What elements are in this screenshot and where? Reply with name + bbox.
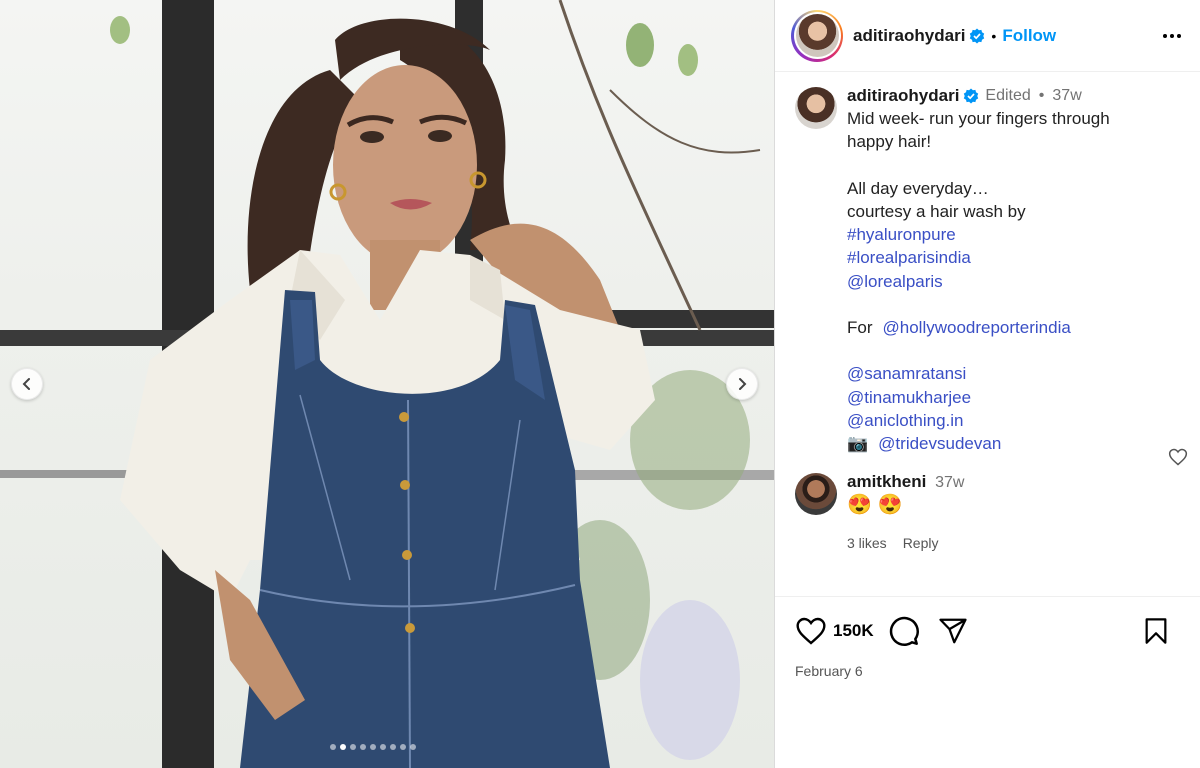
- carousel-dot: [330, 744, 336, 750]
- caption-line: happy hair!: [847, 130, 1110, 153]
- next-slide-button[interactable]: [726, 368, 758, 400]
- carousel-dot: [390, 744, 396, 750]
- verified-badge-icon: [963, 88, 979, 104]
- caption-line-text: All day everyday…: [847, 178, 989, 198]
- caption-line: 📷 @tridevsudevan: [847, 432, 1110, 455]
- comment-likes[interactable]: 3 likes: [847, 532, 887, 555]
- caption-link[interactable]: @sanamratansi: [847, 364, 966, 383]
- caption-link[interactable]: @hollywoodreporterindia: [883, 318, 1071, 337]
- caption-link[interactable]: #lorealparisindia: [847, 248, 971, 267]
- caption-line: @aniclothing.in: [847, 409, 1110, 432]
- carousel-dot: [350, 744, 356, 750]
- caption-line: @sanamratansi: [847, 362, 1110, 385]
- caption-line-text: happy hair!: [847, 132, 932, 152]
- comment-time: 37w: [935, 474, 965, 492]
- caption-line: #hyaluronpure: [847, 223, 1110, 246]
- chevron-right-icon: [735, 377, 749, 391]
- carousel-dot: [370, 744, 376, 750]
- comment-like-heart-icon[interactable]: [1168, 447, 1188, 472]
- verified-badge-icon: [969, 28, 985, 44]
- caption-separator: •: [1038, 87, 1045, 104]
- likes-count[interactable]: 150K: [833, 621, 874, 641]
- caption-line: Mid week- run your fingers through: [847, 107, 1110, 130]
- post-header: aditiraohydari • Follow: [775, 0, 1200, 72]
- comment-username[interactable]: amitkheni: [847, 472, 926, 491]
- caption-line: @lorealparis: [847, 270, 1110, 293]
- caption-avatar[interactable]: [795, 87, 837, 129]
- caption-line: All day everyday…: [847, 177, 1110, 200]
- comment-icon[interactable]: [888, 615, 920, 647]
- caption-time: 37w: [1052, 87, 1082, 104]
- comment-text: 😍 😍: [847, 494, 903, 517]
- post-photo[interactable]: [0, 0, 774, 768]
- carousel-indicator: [330, 744, 416, 750]
- caption-line: @tinamukharjee: [847, 386, 1110, 409]
- comment-avatar[interactable]: [795, 473, 837, 516]
- share-icon[interactable]: [938, 616, 968, 646]
- caption-link[interactable]: @aniclothing.in: [847, 411, 964, 430]
- more-options-icon[interactable]: [1160, 24, 1184, 48]
- caption-link[interactable]: @lorealparis: [847, 272, 943, 291]
- chevron-left-icon: [20, 377, 34, 391]
- profile-avatar[interactable]: [791, 9, 843, 62]
- caption: aditiraohydari Edited • 37w Mid week- ru…: [795, 84, 1184, 455]
- carousel-dot: [380, 744, 386, 750]
- comments-section[interactable]: aditiraohydari Edited • 37w Mid week- ru…: [775, 73, 1200, 595]
- header-separator: •: [991, 27, 997, 44]
- post-side-panel: aditiraohydari • Follow aditiraohydari E…: [774, 0, 1200, 768]
- bookmark-icon[interactable]: [1142, 616, 1170, 646]
- heart-icon[interactable]: [795, 615, 827, 647]
- carousel-dot: [410, 744, 416, 750]
- edited-label: Edited: [985, 87, 1031, 104]
- follow-button[interactable]: Follow: [1002, 26, 1056, 46]
- caption-link[interactable]: @tridevsudevan: [878, 434, 1001, 453]
- post-actions: 150K February 6: [775, 596, 1200, 679]
- caption-text: Mid week- run your fingers through happy …: [847, 107, 1110, 455]
- comment-item: amitkheni 37w 😍 😍 3 likes Reply: [795, 472, 1184, 555]
- caption-line-text: 📷: [847, 434, 869, 453]
- caption-username[interactable]: aditiraohydari: [847, 84, 959, 107]
- carousel-dot: [340, 744, 346, 750]
- reply-button[interactable]: Reply: [903, 532, 939, 555]
- caption-line-text: Mid week- run your fingers through: [847, 109, 1110, 129]
- post-image: [0, 0, 774, 768]
- caption-line: #lorealparisindia: [847, 246, 1110, 269]
- carousel-dot: [360, 744, 366, 750]
- carousel-dot: [400, 744, 406, 750]
- header-username[interactable]: aditiraohydari: [853, 26, 965, 46]
- previous-slide-button[interactable]: [11, 368, 43, 400]
- post-date[interactable]: February 6: [795, 663, 1180, 679]
- caption-line-text: For: [847, 318, 873, 337]
- caption-line: courtesy a hair wash by: [847, 200, 1110, 223]
- caption-link[interactable]: @tinamukharjee: [847, 388, 971, 407]
- caption-link[interactable]: #hyaluronpure: [847, 225, 956, 244]
- caption-line: For @hollywoodreporterindia: [847, 316, 1110, 339]
- caption-line-text: courtesy a hair wash by: [847, 202, 1026, 221]
